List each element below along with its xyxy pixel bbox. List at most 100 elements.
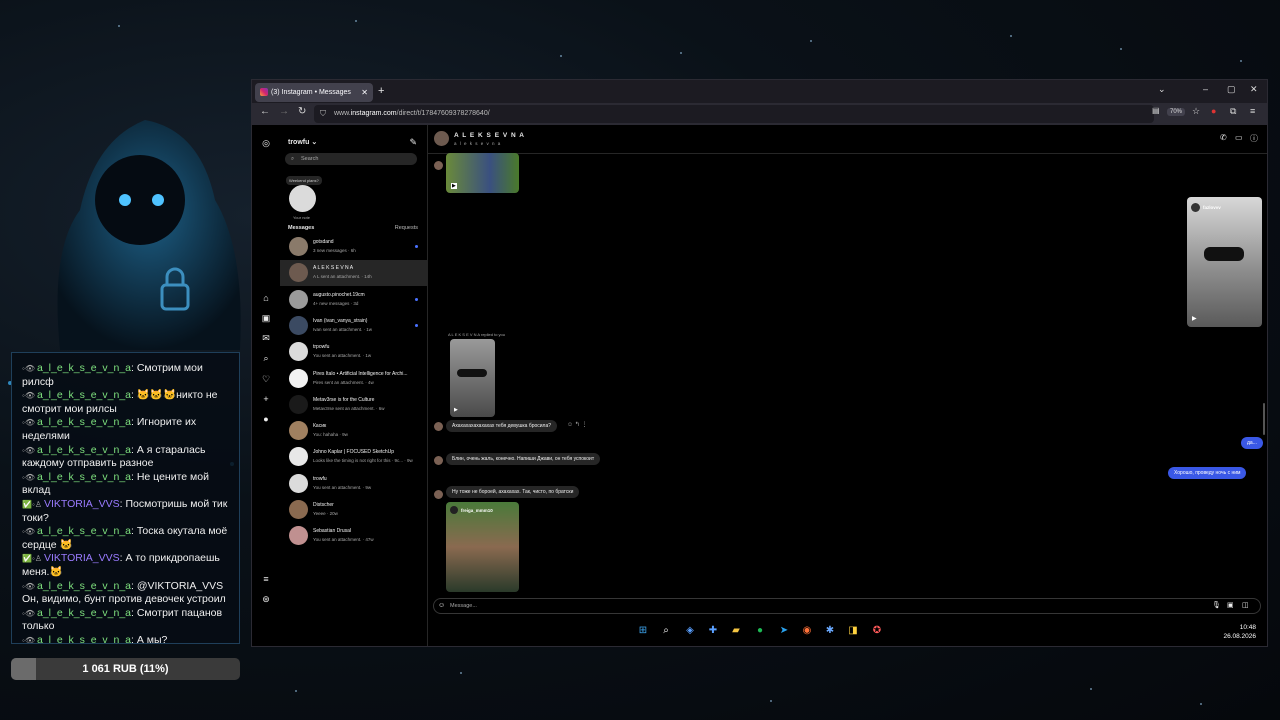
instagram-logo-icon[interactable]: ◎ (260, 138, 272, 149)
thread-item[interactable]: trpowfu You sent an attachment. · 1w (280, 339, 427, 365)
thread-avatar (289, 447, 308, 467)
tab-instagram-messages[interactable]: (3) Instagram • Messages ✕ (255, 83, 373, 102)
outgoing-message[interactable]: да... (1241, 437, 1263, 449)
outgoing-message[interactable]: Хорошо, проведу ночь с ним (1168, 467, 1247, 479)
app-icon-2[interactable]: ✚ (707, 625, 719, 637)
thread-item[interactable]: augusto.pinochet.19cm 4+ new messages · 3… (280, 287, 427, 313)
message-actions-icons[interactable]: ☺ ↰ ⋮ (567, 421, 588, 428)
chat-username: a_l_e_k_s_e_v_n_a (37, 416, 131, 429)
search-input[interactable]: ⌕ Search (285, 153, 417, 165)
thread-name: Pires Italo • Artificial Intelligence fo… (313, 370, 408, 377)
donation-goal-bar: 1 061 RUB (11%) (11, 658, 240, 680)
url-prefix: www. (334, 110, 351, 117)
thread-item[interactable]: Pires Italo • Artificial Intelligence fo… (280, 366, 427, 392)
conversation-username: a l e k s e v n a (454, 141, 502, 146)
url-bar[interactable]: ⛉ www.instagram.com/direct/t/17847609378… (314, 105, 1154, 123)
message-input[interactable]: ☺ Message... 🎙 ▣ ◫ (433, 598, 1261, 614)
incoming-message[interactable]: Блин, очень жаль, конечно. Напиши Джави,… (446, 453, 601, 465)
more-menu-icon[interactable]: ≡ (260, 574, 272, 584)
list-tabs-icon[interactable]: ⌄ (1158, 84, 1166, 95)
audio-call-icon[interactable]: ✆ (1220, 133, 1227, 142)
thread-item[interactable]: A L E K S E V N A A L sent an attachment.… (280, 260, 427, 287)
maximize-icon[interactable]: ▢ (1227, 84, 1236, 95)
voice-clip-icon[interactable]: 🎙 (1212, 599, 1221, 613)
thread-item[interactable]: Johno Kaplar | FOCUSED SketchUp Looks lik… (280, 444, 427, 470)
reel-author-avatar (450, 506, 458, 514)
zoom-level-badge[interactable]: 70% (1167, 108, 1186, 116)
telegram-icon[interactable]: ➤ (778, 625, 790, 637)
file-explorer-icon[interactable]: ▰ (730, 625, 742, 637)
chat-badge-icons: ◦👁 (22, 472, 35, 482)
incoming-message[interactable]: Ахахахахахахахах тебя девушка бросила? (446, 420, 558, 432)
search-placeholder: Search (301, 156, 319, 162)
inbox-username[interactable]: trowfu ⌄ (288, 138, 317, 146)
reload-icon[interactable]: ↻ (298, 106, 306, 117)
emoji-icon[interactable]: ☺ (438, 599, 445, 613)
create-icon[interactable]: + (260, 394, 272, 404)
chat-username: a_l_e_k_s_e_v_n_a (37, 579, 131, 592)
stream-chat-message: ◦👁 a_l_e_k_s_e_v_n_a: @VIKTORIA_VVS Он, в… (22, 580, 229, 607)
home-icon[interactable]: ⌂ (260, 293, 272, 303)
close-window-icon[interactable]: ✕ (1250, 84, 1258, 95)
app-icon-4[interactable]: ◨ (847, 625, 859, 637)
thread-item[interactable]: Ivan (ivan_vanya_strain) Ivan sent an att… (280, 313, 427, 339)
thread-item[interactable]: Касик You: hahaha · 9w (280, 418, 427, 444)
firefox-icon[interactable]: ◉ (801, 625, 813, 637)
app-icon-5[interactable]: ✪ (871, 625, 883, 637)
reader-view-icon[interactable]: ▤ (1152, 106, 1160, 115)
image-attachment[interactable]: ▶ (446, 153, 519, 193)
forward-icon[interactable]: → (279, 106, 289, 117)
threads-icon[interactable]: ⊛ (260, 594, 272, 605)
menu-icon[interactable]: ≡ (1250, 106, 1255, 116)
thread-avatar (289, 263, 308, 283)
new-tab-icon[interactable]: + (378, 83, 384, 100)
search-icon[interactable]: ⌕ (260, 353, 272, 364)
extensions-puzzle-icon[interactable]: ⧉ (1230, 106, 1236, 117)
story-reply-thumbnail[interactable]: ▶ (450, 339, 495, 417)
bookmark-star-icon[interactable]: ☆ (1192, 106, 1200, 117)
start-icon[interactable]: ⊞ (637, 625, 649, 637)
notifications-heart-icon[interactable]: ♡ (260, 374, 272, 385)
thread-avatar (289, 500, 308, 519)
shared-reel-card[interactable]: fazlovvv ▶ (1187, 197, 1262, 327)
chat-badge-icons: ◦👁 (22, 364, 35, 373)
scrollbar[interactable] (1263, 403, 1265, 435)
chat-username: a_l_e_k_s_e_v_n_a (37, 633, 131, 644)
video-call-icon[interactable]: ▭ (1235, 133, 1243, 142)
minimize-icon[interactable]: – (1203, 84, 1208, 94)
reels-icon[interactable]: ▣ (260, 313, 272, 324)
thread-item[interactable]: Metav3rse is for the Culture Metav3rse se… (280, 392, 427, 418)
app-icon-3[interactable]: ✱ (824, 625, 836, 637)
thread-item[interactable]: Sebastian Drusal You sent an attachment. … (280, 523, 427, 549)
system-clock[interactable]: 10:48 26.08.2026 (1222, 623, 1256, 641)
spotify-icon[interactable]: ● (754, 625, 766, 637)
stream-chat-message: ◦👁 a_l_e_k_s_e_v_n_a: Не цените мой вклад (22, 471, 229, 498)
conversation-avatar[interactable] (434, 131, 449, 146)
messenger-icon[interactable]: ✉ (260, 333, 272, 344)
note-bubble[interactable]: Weekend plans? (286, 176, 322, 185)
conversation-info-icon[interactable]: ⓘ (1250, 133, 1258, 144)
thumbnail-face (457, 369, 487, 377)
chat-badge-icons: ◦👁 (22, 635, 35, 644)
thread-item[interactable]: Distscher Yeeee · 20w (280, 497, 427, 523)
back-icon[interactable]: ← (260, 106, 270, 117)
thread-name: gotsdand (313, 239, 334, 245)
search-icon[interactable]: ⌕ (660, 625, 672, 637)
your-note-avatar[interactable] (289, 185, 316, 212)
extension-icon[interactable]: ● (1211, 106, 1216, 116)
thread-preview: You sent an attachment. · 1w (313, 353, 372, 359)
shared-reel-card[interactable]: freiga_mmm10 (446, 502, 519, 592)
incoming-message[interactable]: Ну тоже не бороей, ахахахах. Так, чисто,… (446, 486, 580, 498)
thread-item[interactable]: gotsdand 3 new messages · 6h (280, 234, 427, 260)
profile-icon[interactable]: ● (260, 414, 272, 424)
sticker-icon[interactable]: ◫ (1242, 599, 1249, 613)
add-photo-icon[interactable]: ▣ (1227, 599, 1234, 613)
conversation-name[interactable]: A L E K S E V N A (454, 132, 525, 139)
tab-close-icon[interactable]: ✕ (361, 83, 368, 102)
thread-preview: You sent an attachment. · 9w (313, 484, 372, 490)
requests-link[interactable]: Requests (395, 225, 418, 231)
app-icon-1[interactable]: ◈ (684, 625, 696, 637)
instagram-favicon-icon (260, 88, 268, 96)
thread-item[interactable]: trowfu You sent an attachment. · 9w (280, 471, 427, 497)
compose-icon[interactable]: ✎ (409, 137, 417, 148)
